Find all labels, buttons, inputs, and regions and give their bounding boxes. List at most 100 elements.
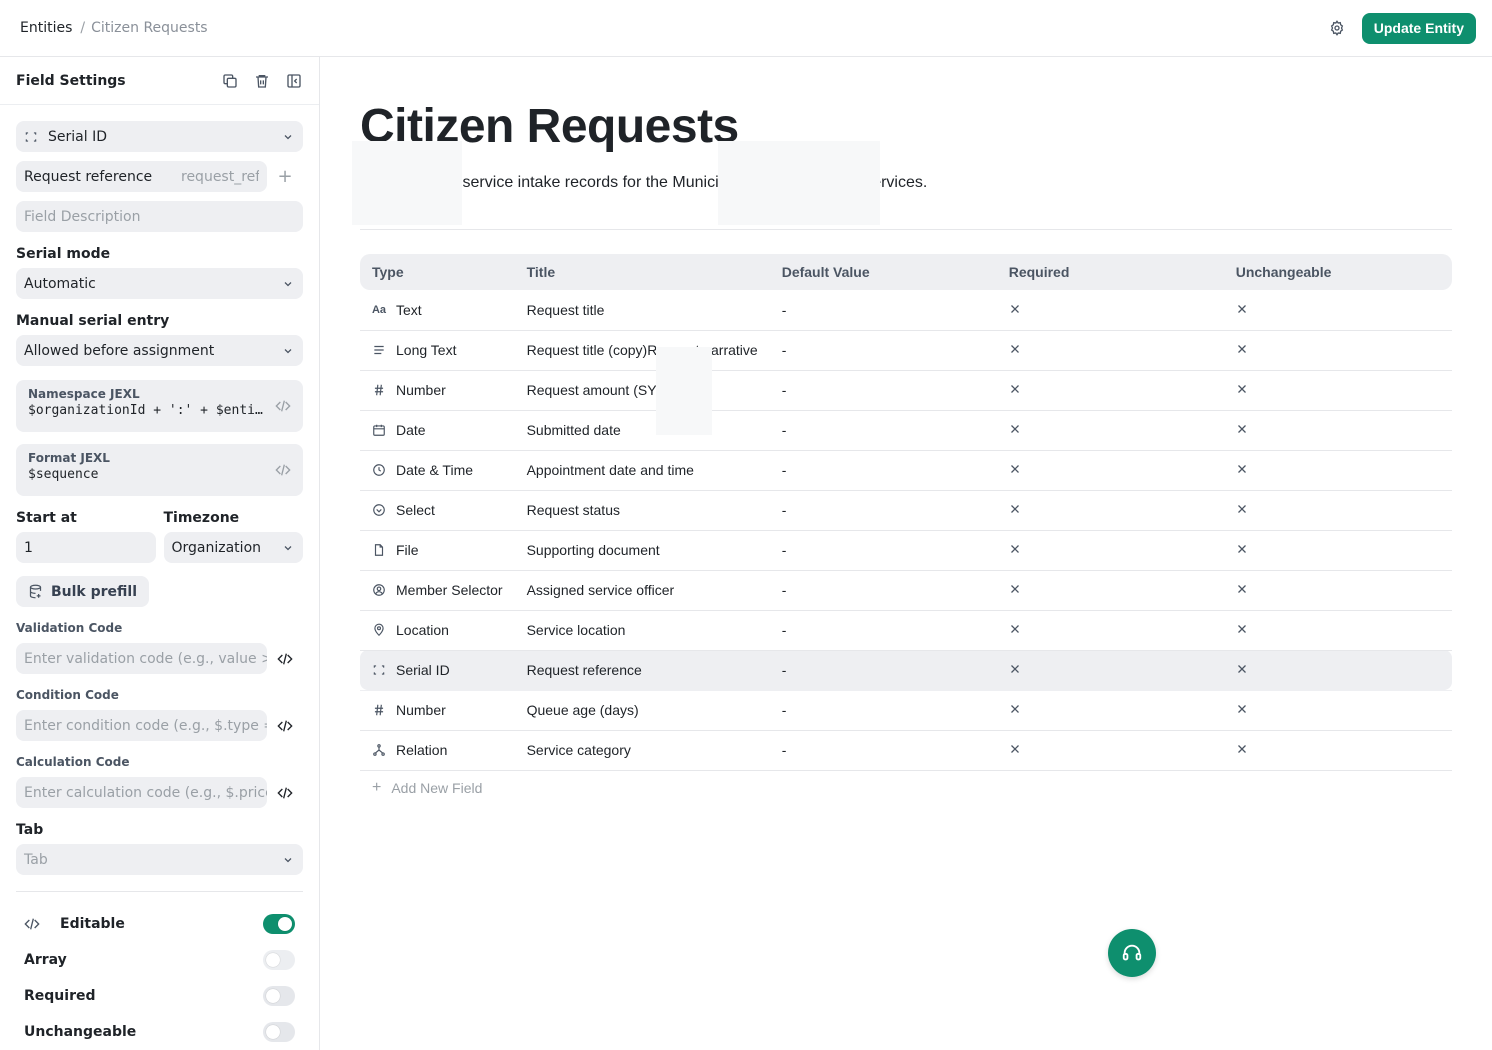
table-row[interactable]: Location Service location - bbox=[360, 610, 1452, 651]
required-cell bbox=[996, 290, 1224, 331]
title-cell: Request amount (SYP) bbox=[514, 370, 770, 411]
loading-overlay bbox=[718, 141, 880, 225]
table-row[interactable]: Relation Service category - bbox=[360, 730, 1452, 771]
close-icon bbox=[1009, 462, 1021, 474]
field-type-text: Location bbox=[396, 622, 449, 638]
table-row[interactable]: Long Text Request title (copy)Request nar… bbox=[360, 330, 1452, 371]
array-switch[interactable] bbox=[263, 950, 295, 970]
table-row[interactable]: File Supporting document - bbox=[360, 530, 1452, 571]
timezone-select[interactable]: Organization bbox=[163, 532, 303, 563]
table-row[interactable]: Number Request amount (SYP) - bbox=[360, 370, 1452, 411]
column-header-default: Default Value bbox=[769, 254, 997, 290]
table-row[interactable]: Select Request status - bbox=[360, 490, 1452, 531]
add-new-field-label: Add New Field bbox=[391, 780, 483, 796]
unchangeable-cell bbox=[1223, 290, 1452, 331]
table-row[interactable]: Number Queue age (days) - bbox=[360, 690, 1452, 731]
code-icon[interactable] bbox=[267, 710, 303, 741]
fields-table: Type Title Default Value Required Unchan… bbox=[360, 254, 1452, 771]
unchangeable-cell bbox=[1223, 530, 1452, 571]
type-cell: Number bbox=[360, 690, 515, 731]
loading-overlay bbox=[656, 347, 712, 435]
editable-switch[interactable] bbox=[263, 914, 295, 934]
breadcrumb: Entities / Citizen Requests bbox=[20, 20, 208, 36]
field-description-placeholder: Field Description bbox=[24, 208, 141, 225]
plus-icon[interactable]: + bbox=[267, 166, 303, 187]
gear-icon[interactable] bbox=[1328, 19, 1346, 37]
field-settings-panel: Field Settings Serial ID Request referen… bbox=[0, 57, 320, 1050]
member-icon bbox=[372, 583, 386, 597]
close-icon bbox=[1009, 662, 1021, 674]
bulk-prefill-label: Bulk prefill bbox=[51, 583, 138, 600]
close-icon bbox=[1236, 422, 1248, 434]
code-icon[interactable] bbox=[275, 398, 291, 414]
start-at-input[interactable]: 1 bbox=[16, 532, 156, 563]
toggle-required[interactable]: Required bbox=[16, 978, 303, 1014]
default-value-cell: - bbox=[769, 450, 997, 491]
condition-code-input[interactable]: Enter condition code (e.g., $.type == 'x… bbox=[16, 710, 267, 741]
close-icon bbox=[1009, 302, 1021, 314]
default-value-cell: - bbox=[769, 650, 997, 691]
table-row[interactable]: Member Selector Assigned service officer - bbox=[360, 570, 1452, 611]
bulk-prefill-button[interactable]: Bulk prefill bbox=[16, 576, 150, 607]
close-icon bbox=[1009, 742, 1021, 754]
title-cell: Submitted date bbox=[514, 410, 770, 451]
close-icon bbox=[1009, 502, 1021, 514]
field-description-input[interactable]: Field Description bbox=[16, 201, 303, 232]
update-entity-button[interactable]: Update Entity bbox=[1361, 12, 1476, 44]
field-type-text: Text bbox=[396, 301, 422, 318]
add-new-field-button[interactable]: + Add New Field bbox=[372, 779, 482, 797]
close-icon bbox=[1236, 582, 1248, 594]
field-type-select[interactable]: Serial ID bbox=[16, 121, 303, 152]
close-icon bbox=[1009, 622, 1021, 634]
column-header-unchangeable: Unchangeable bbox=[1223, 254, 1452, 290]
title-cell: Service category bbox=[514, 730, 770, 771]
close-icon bbox=[1236, 502, 1248, 514]
timezone-value: Organization bbox=[171, 539, 262, 556]
default-value-cell: - bbox=[769, 290, 997, 331]
collapse-panel-icon[interactable] bbox=[285, 72, 303, 90]
toggle-editable[interactable]: Editable bbox=[16, 906, 303, 942]
required-cell bbox=[996, 650, 1224, 691]
type-cell: Number bbox=[360, 370, 515, 411]
code-icon[interactable] bbox=[267, 777, 303, 808]
required-cell bbox=[996, 450, 1224, 491]
unchangeable-cell bbox=[1223, 490, 1452, 531]
unchangeable-switch[interactable] bbox=[263, 1022, 295, 1042]
manual-entry-select[interactable]: Allowed before assignment bbox=[16, 335, 303, 366]
serial-mode-select[interactable]: Automatic bbox=[16, 268, 303, 299]
field-name-input[interactable]: Request reference request_reference bbox=[16, 161, 267, 192]
validation-code-input[interactable]: Enter validation code (e.g., value > 0) bbox=[16, 643, 267, 674]
toggle-label: Unchangeable bbox=[24, 1024, 137, 1040]
code-icon[interactable] bbox=[275, 462, 291, 478]
code-icon[interactable] bbox=[267, 643, 303, 674]
breadcrumb-root-link[interactable]: Entities bbox=[20, 20, 72, 36]
table-row[interactable]: Aa Text Request title - bbox=[360, 290, 1452, 331]
chevron-down-icon bbox=[281, 344, 295, 358]
serial-mode-value: Automatic bbox=[24, 275, 96, 292]
trash-icon[interactable] bbox=[253, 72, 271, 90]
long-text-icon bbox=[372, 343, 386, 357]
namespace-jexl-field[interactable]: Namespace JEXL $organizationId + ':' + $… bbox=[16, 380, 303, 432]
copy-icon[interactable] bbox=[221, 72, 239, 90]
title-cell: Queue age (days) bbox=[514, 690, 770, 731]
default-value-cell: - bbox=[769, 690, 997, 731]
field-type-value: Serial ID bbox=[48, 128, 107, 145]
support-button[interactable] bbox=[1108, 929, 1156, 977]
table-row[interactable]: Serial ID Request reference - bbox=[360, 650, 1452, 691]
serial-id-icon bbox=[24, 130, 38, 144]
title-cell: Request reference bbox=[514, 650, 770, 691]
table-row[interactable]: Date Submitted date - bbox=[360, 410, 1452, 451]
field-name-value: Request reference bbox=[24, 168, 153, 185]
required-cell bbox=[996, 330, 1224, 371]
chevron-down-icon bbox=[281, 130, 295, 144]
chevron-down-icon bbox=[281, 277, 295, 291]
toggle-unchangeable[interactable]: Unchangeable bbox=[16, 1014, 303, 1050]
required-switch[interactable] bbox=[263, 986, 295, 1006]
format-jexl-field[interactable]: Format JEXL $sequence bbox=[16, 444, 303, 496]
toggle-array[interactable]: Array bbox=[16, 942, 303, 978]
tab-select[interactable]: Tab bbox=[16, 844, 303, 875]
toggle-label: Required bbox=[24, 988, 96, 1004]
close-icon bbox=[1236, 462, 1248, 474]
table-row[interactable]: Date & Time Appointment date and time - bbox=[360, 450, 1452, 491]
calculation-code-input[interactable]: Enter calculation code (e.g., $.price * … bbox=[16, 777, 267, 808]
